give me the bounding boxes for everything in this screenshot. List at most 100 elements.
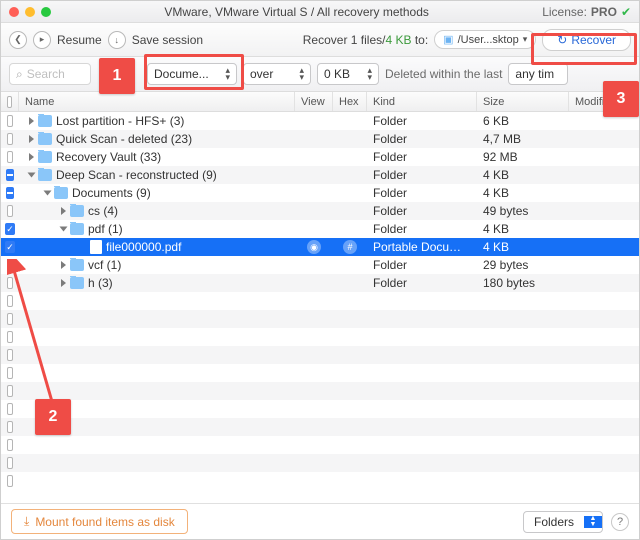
file-table[interactable]: Lost partition - HFS+ (3)Folder6 KBQuick…: [1, 112, 639, 503]
disclosure-triangle-icon[interactable]: [61, 261, 66, 269]
row-name-cell[interactable]: Recovery Vault (33): [19, 150, 295, 164]
recover-button[interactable]: ↻ Recover: [542, 29, 631, 51]
row-checkbox-cell[interactable]: [1, 259, 19, 271]
save-button[interactable]: ↓: [108, 31, 126, 49]
col-hex[interactable]: Hex: [333, 92, 367, 111]
table-row[interactable]: Recovery Vault (33)Folder92 MB: [1, 148, 639, 166]
search-input[interactable]: ⌕ Search: [9, 63, 91, 85]
row-name-cell[interactable]: Documents (9): [19, 186, 295, 200]
row-checkbox-cell[interactable]: ✓: [1, 223, 19, 235]
row-hex-cell[interactable]: #: [333, 240, 367, 254]
row-checkbox-cell[interactable]: [1, 115, 19, 127]
row-checkbox-cell[interactable]: [1, 151, 19, 163]
row-checkbox[interactable]: [7, 151, 13, 163]
disclosure-triangle-icon[interactable]: [61, 207, 66, 215]
row-checkbox-cell[interactable]: [1, 169, 19, 181]
row-size: 29 bytes: [477, 258, 569, 272]
row-checkbox[interactable]: [7, 421, 13, 433]
disclosure-triangle-icon[interactable]: [44, 191, 52, 196]
disclosure-triangle-icon[interactable]: [29, 135, 34, 143]
help-button[interactable]: ?: [611, 513, 629, 531]
row-checkbox[interactable]: ✓: [5, 241, 15, 253]
deleted-window-filter[interactable]: any tim: [508, 63, 568, 85]
hex-icon[interactable]: #: [343, 240, 357, 254]
table-row-empty: [1, 346, 639, 364]
row-size: 92 MB: [477, 150, 569, 164]
table-row[interactable]: cs (4)Folder49 bytes: [1, 202, 639, 220]
row-checkbox[interactable]: [6, 169, 14, 181]
row-name-cell[interactable]: vcf (1): [19, 258, 295, 272]
row-checkbox[interactable]: [7, 295, 13, 307]
stats-size: 4 KB: [385, 33, 411, 47]
row-checkbox[interactable]: [7, 367, 13, 379]
row-checkbox[interactable]: [7, 115, 13, 127]
disclosure-triangle-icon[interactable]: [29, 153, 34, 161]
col-name[interactable]: Name: [19, 92, 295, 111]
destination-path[interactable]: ▣ /User...sktop ▾: [434, 30, 536, 49]
row-name: file000000.pdf: [106, 240, 181, 254]
row-view-cell[interactable]: ◉: [295, 240, 333, 254]
row-checkbox[interactable]: [7, 439, 13, 451]
row-name: pdf (1): [88, 222, 123, 236]
size-filter[interactable]: 0 KB ▴▾: [317, 63, 379, 85]
zoom-icon[interactable]: [41, 7, 51, 17]
row-checkbox-cell[interactable]: ✓: [1, 241, 19, 253]
table-row[interactable]: Deep Scan - reconstructed (9)Folder4 KB: [1, 166, 639, 184]
row-checkbox-cell[interactable]: [1, 133, 19, 145]
minimize-icon[interactable]: [25, 7, 35, 17]
back-button[interactable]: ❮: [9, 31, 27, 49]
row-name-cell[interactable]: file000000.pdf: [19, 240, 295, 254]
checkbox-all[interactable]: [7, 96, 12, 108]
row-checkbox[interactable]: [7, 133, 13, 145]
disclosure-triangle-icon[interactable]: [29, 117, 34, 125]
row-checkbox[interactable]: [7, 313, 13, 325]
disclosure-triangle-icon[interactable]: [61, 279, 66, 287]
row-size: 4,7 MB: [477, 132, 569, 146]
table-row[interactable]: Lost partition - HFS+ (3)Folder6 KB: [1, 112, 639, 130]
row-checkbox[interactable]: [7, 259, 13, 271]
resume-label[interactable]: Resume: [57, 33, 102, 47]
row-checkbox-cell[interactable]: [1, 187, 19, 199]
table-row[interactable]: Documents (9)Folder4 KB: [1, 184, 639, 202]
row-checkbox[interactable]: [7, 403, 13, 415]
row-checkbox[interactable]: [7, 205, 13, 217]
play-button[interactable]: ▸: [33, 31, 51, 49]
app-window: VMware, VMware Virtual S / All recovery …: [0, 0, 640, 540]
folders-select[interactable]: Folders ▲▼: [523, 511, 603, 533]
updown-icon: ▴▾: [367, 67, 372, 81]
table-row[interactable]: ✓file000000.pdf◉#Portable Docume...4 KB: [1, 238, 639, 256]
table-row[interactable]: ✓pdf (1)Folder4 KB: [1, 220, 639, 238]
type-filter[interactable]: Docume... ▴▾: [147, 63, 237, 85]
col-view[interactable]: View: [295, 92, 333, 111]
table-row[interactable]: h (3)Folder180 bytes: [1, 274, 639, 292]
row-name-cell[interactable]: Deep Scan - reconstructed (9): [19, 168, 295, 182]
col-size[interactable]: Size: [477, 92, 569, 111]
row-name-cell[interactable]: Lost partition - HFS+ (3): [19, 114, 295, 128]
preview-icon[interactable]: ◉: [307, 240, 321, 254]
disclosure-triangle-icon[interactable]: [60, 227, 68, 232]
row-name-cell[interactable]: h (3): [19, 276, 295, 290]
row-checkbox[interactable]: [7, 277, 13, 289]
row-kind: Folder: [367, 132, 477, 146]
row-checkbox[interactable]: [7, 331, 13, 343]
row-checkbox[interactable]: [6, 187, 14, 199]
row-checkbox[interactable]: [7, 385, 13, 397]
table-row[interactable]: vcf (1)Folder29 bytes: [1, 256, 639, 274]
col-checkbox[interactable]: [1, 92, 19, 111]
col-kind[interactable]: Kind: [367, 92, 477, 111]
mount-button[interactable]: ⤓ Mount found items as disk: [11, 509, 188, 534]
row-checkbox-cell[interactable]: [1, 277, 19, 289]
row-checkbox[interactable]: ✓: [5, 223, 15, 235]
row-name-cell[interactable]: Quick Scan - deleted (23): [19, 132, 295, 146]
save-session-label[interactable]: Save session: [132, 33, 203, 47]
match-mode-filter[interactable]: over ▴▾: [243, 63, 311, 85]
row-checkbox[interactable]: [7, 475, 13, 487]
table-row[interactable]: Quick Scan - deleted (23) Folder4,7 MB: [1, 130, 639, 148]
close-icon[interactable]: [9, 7, 19, 17]
row-checkbox[interactable]: [7, 457, 13, 469]
disclosure-triangle-icon[interactable]: [28, 173, 36, 178]
row-name-cell[interactable]: cs (4): [19, 204, 295, 218]
row-checkbox[interactable]: [7, 349, 13, 361]
row-name-cell[interactable]: pdf (1): [19, 222, 295, 236]
row-checkbox-cell[interactable]: [1, 205, 19, 217]
